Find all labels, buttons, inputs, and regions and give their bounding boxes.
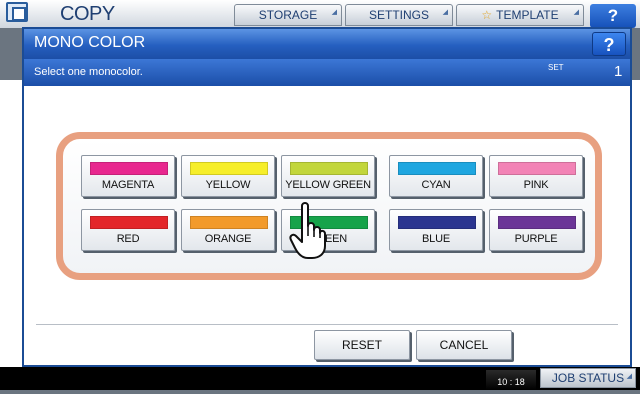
- copy-app-title: COPY: [60, 3, 115, 25]
- job-status-arrow-icon: ◢: [626, 373, 632, 380]
- color-label: ORANGE: [204, 233, 252, 245]
- color-swatch: [498, 216, 576, 229]
- hand-pointer-icon: [289, 202, 326, 259]
- color-button-yellow[interactable]: YELLOW: [181, 155, 275, 197]
- color-swatch: [398, 162, 476, 175]
- color-label: BLUE: [422, 233, 450, 245]
- color-swatch: [90, 216, 168, 229]
- color-button-purple[interactable]: PURPLE: [489, 209, 583, 251]
- reset-button[interactable]: RESET: [314, 330, 410, 360]
- tab-arrow-icon: ◢: [573, 9, 579, 16]
- color-selection-panel: MAGENTA YELLOW YELLOW GREEN CYAN PINK RE…: [56, 132, 602, 280]
- tab-storage-label: STORAGE: [258, 8, 318, 22]
- color-button-red[interactable]: RED: [81, 209, 175, 251]
- color-swatch: [290, 162, 368, 175]
- tab-arrow-icon: ◢: [331, 9, 337, 16]
- dialog-help-button[interactable]: ?: [592, 32, 626, 56]
- star-icon: ☆: [481, 8, 493, 22]
- job-status-button[interactable]: JOB STATUS ◢: [540, 368, 636, 388]
- color-label: CYAN: [421, 179, 451, 191]
- main-help-button[interactable]: ?: [590, 4, 636, 28]
- color-button-pink[interactable]: PINK: [489, 155, 583, 197]
- color-button-magenta[interactable]: MAGENTA: [81, 155, 175, 197]
- color-swatch: [498, 162, 576, 175]
- background-panel-right: [632, 80, 640, 370]
- copy-icon: [6, 2, 28, 22]
- dialog-title: MONO COLOR: [34, 34, 146, 51]
- color-label: MAGENTA: [101, 179, 155, 191]
- color-label: YELLOW: [205, 179, 251, 191]
- dialog-divider: [36, 324, 618, 325]
- color-label: PURPLE: [514, 233, 558, 245]
- set-value: 1: [614, 63, 623, 80]
- clock: 10 : 18: [486, 370, 536, 390]
- color-button-blue[interactable]: BLUE: [389, 209, 483, 251]
- instruction-text: Select one monocolor.: [34, 66, 143, 78]
- background-panel-left: [0, 80, 22, 370]
- color-button-cyan[interactable]: CYAN: [389, 155, 483, 197]
- tab-settings[interactable]: SETTINGS ◢: [345, 4, 453, 26]
- color-swatch: [190, 216, 268, 229]
- color-button-yellow-green[interactable]: YELLOW GREEN: [281, 155, 375, 197]
- mono-color-dialog: MONO COLOR ? Select one monocolor. SET 1…: [22, 27, 632, 367]
- color-label: YELLOW GREEN: [285, 179, 371, 191]
- tab-template-label: TEMPLATE: [496, 8, 559, 22]
- tab-arrow-icon: ◢: [442, 9, 448, 16]
- tab-settings-label: SETTINGS: [368, 8, 429, 22]
- cancel-button[interactable]: CANCEL: [416, 330, 512, 360]
- color-button-orange[interactable]: ORANGE: [181, 209, 275, 251]
- job-status-label: JOB STATUS: [551, 371, 625, 385]
- set-label: SET: [548, 63, 564, 72]
- color-swatch: [190, 162, 268, 175]
- dialog-subheader: Select one monocolor. SET 1: [24, 59, 630, 86]
- copy-top-bar: COPY STORAGE ◢ SETTINGS ◢ ☆ TEMPLATE ◢ ?: [0, 0, 640, 28]
- tab-template[interactable]: ☆ TEMPLATE ◢: [456, 4, 584, 26]
- color-swatch: [90, 162, 168, 175]
- dialog-header: MONO COLOR ?: [24, 29, 630, 59]
- color-swatch: [398, 216, 476, 229]
- color-label: RED: [116, 233, 140, 245]
- tab-storage[interactable]: STORAGE ◢: [234, 4, 342, 26]
- color-label: PINK: [523, 179, 549, 191]
